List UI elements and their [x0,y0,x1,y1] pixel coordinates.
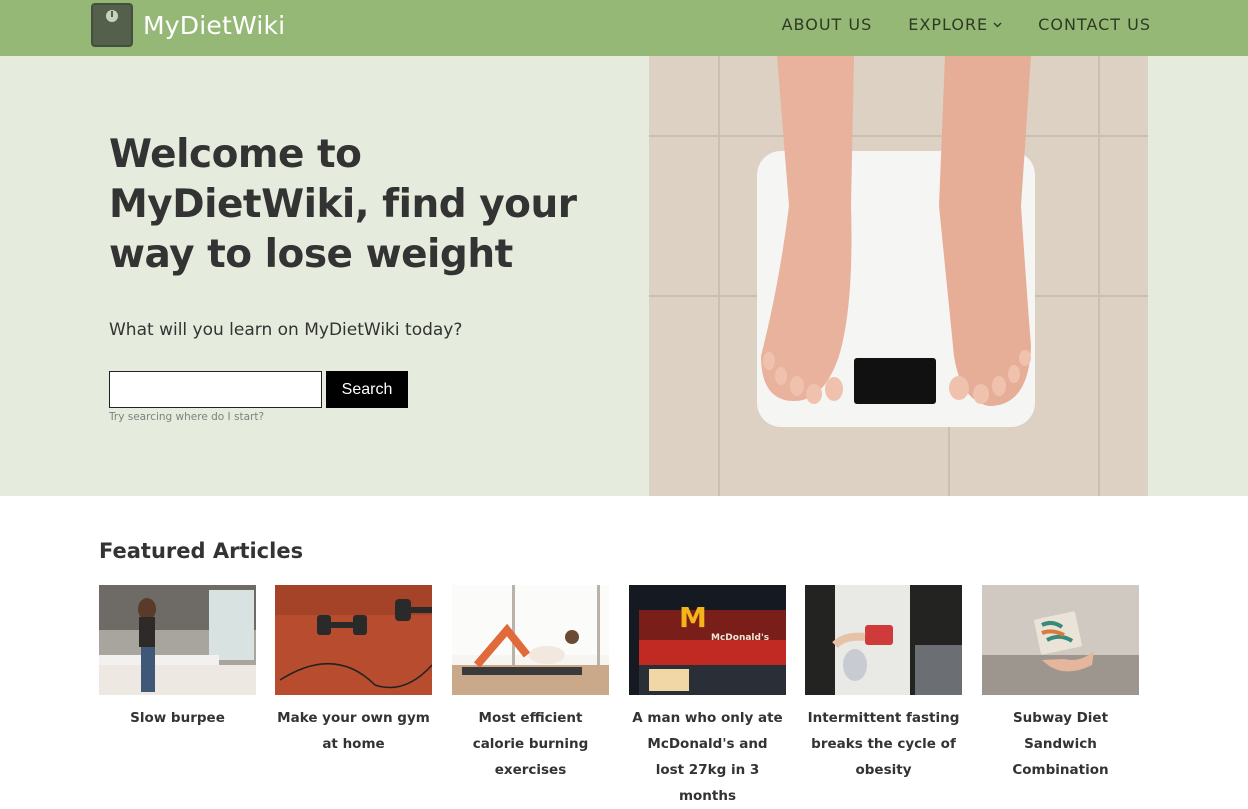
woman-doing-crunches-photo [452,585,609,695]
woman-in-kitchen-photo [99,585,256,695]
search-button[interactable]: Search [326,371,408,408]
nav-about-us-label: ABOUT US [781,14,873,34]
top-navbar: MyDietWiki ABOUT US EXPLORE CONTACT US [0,0,1248,56]
svg-text:McDonald's: McDonald's [711,633,769,643]
article-card-home-gym[interactable]: Make your own gym at home [275,585,432,757]
article-title: Intermittent fasting breaks the cycle of… [807,710,960,778]
hero-section: Welcome to MyDietWiki, find your way to … [0,56,1248,496]
article-card-intermittent-fasting[interactable]: Intermittent fasting breaks the cycle of… [805,585,962,783]
article-card-calorie-exercises[interactable]: Most efficient calorie burning exercises [452,585,609,783]
nav-explore-label: EXPLORE [908,14,989,34]
scale-logo-icon [91,3,133,47]
article-card-subway-diet[interactable]: Subway Diet Sandwich Combination [982,585,1139,783]
nav-menu: ABOUT US EXPLORE CONTACT US [746,0,1151,48]
brand-home-link[interactable]: MyDietWiki [91,3,285,47]
dumbbells-on-track-photo [275,585,432,695]
nav-contact-us[interactable]: CONTACT US [1038,15,1151,34]
brand-name: MyDietWiki [143,10,286,40]
chevron-down-icon [993,19,1002,30]
article-title: A man who only ate McDonald's and lost 2… [632,710,783,804]
article-card-slow-burpee[interactable]: Slow burpee [99,585,256,731]
nav-about-us[interactable]: ABOUT US [782,15,873,34]
hand-with-sandwich-photo [982,585,1139,695]
article-card-mcdonalds[interactable]: M McDonald's A man who only ate McDonald… [629,585,786,809]
article-title: Subway Diet Sandwich Combination [1012,710,1109,778]
feet-on-bathroom-scale-photo [649,56,1148,496]
featured-articles-heading: Featured Articles [99,539,304,563]
mcdonalds-storefront-photo: M McDonald's [629,585,786,695]
search-input[interactable] [109,371,322,408]
nav-explore-dropdown[interactable]: EXPLORE [908,15,1002,34]
svg-text:M: M [679,601,707,634]
search-hint: Try searcing where do I start? [109,411,265,423]
hero-title: Welcome to MyDietWiki, find your way to … [109,132,577,277]
nav-contact-us-label: CONTACT US [1038,14,1151,34]
woman-with-shaker-photo [805,585,962,695]
hero-subtitle: What will you learn on MyDietWiki today? [109,320,463,340]
article-title: Most efficient calorie burning exercises [472,710,589,778]
article-title: Make your own gym at home [277,710,430,752]
article-title: Slow burpee [130,710,225,726]
